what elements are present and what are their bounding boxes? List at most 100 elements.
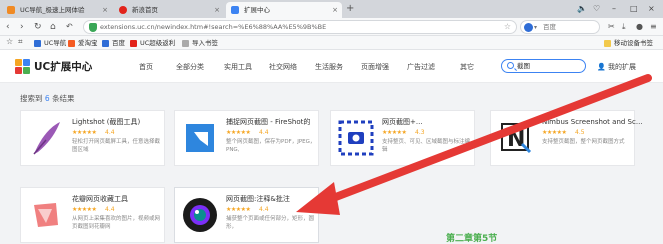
close-window-button[interactable]: × (648, 2, 655, 15)
close-icon[interactable]: × (102, 2, 108, 18)
extension-name[interactable]: 网页截图:注释&批注 (226, 195, 290, 204)
result-count: 搜索到 6 条结果 (20, 93, 75, 104)
bookmark-label: 移动设备书签 (614, 39, 653, 47)
home-icon[interactable]: ⌂ (50, 21, 56, 33)
favorite-star-icon[interactable]: ☆ (504, 21, 511, 33)
bookmark-import[interactable]: 导入书签 (182, 37, 218, 49)
bookmark-uc-nav[interactable]: UC导航 (34, 37, 66, 49)
address-row: ‹ › ↻ ⌂ ↶ extensions.uc.cn/newindex.htm#… (0, 18, 663, 36)
bookmark-icon (102, 40, 109, 47)
tab-title: 扩展中心 (244, 6, 270, 14)
bookmark-label: 爱淘宝 (78, 39, 98, 47)
bookmark-icon (34, 40, 41, 47)
rating-score: 4.4 (259, 206, 269, 213)
extension-icon (231, 6, 239, 14)
result-number: 6 (44, 94, 50, 103)
extension-card-huaban[interactable]: 花瓣网页收藏工具 ★★★★★ 4.4 从网页上采集喜欢的图片，视频或网页截图到花… (20, 187, 165, 243)
scissors-icon[interactable]: ✂ (608, 21, 615, 33)
tab-extension-center[interactable]: 扩展中心 × (226, 2, 342, 18)
speaker-icon[interactable]: 🔈 (577, 2, 587, 15)
extension-name[interactable]: 网页截图+... (382, 118, 423, 127)
extension-name[interactable]: Lightshot (截图工具) (72, 118, 140, 127)
address-bar[interactable]: extensions.uc.cn/newindex.htm#!search=%E… (83, 20, 517, 34)
new-tab-button[interactable]: + (346, 3, 354, 15)
bookmark-icon (182, 40, 189, 47)
extension-description: 支持整页、可见、区域截图与标注编辑 (382, 139, 471, 153)
rating-score: 4.4 (105, 206, 115, 213)
nav-social[interactable]: 社交网络 (269, 62, 297, 72)
search-engine-label: 百度 (543, 23, 556, 31)
sina-logo-icon (119, 6, 127, 14)
site-header: UC扩展中心 首页 全部分类 实用工具 社交网络 生活服务 页面增强 广告过滤 … (0, 50, 663, 83)
extension-description: 轻松打开网页截屏工具，任意选择截图区域 (72, 139, 161, 153)
back-icon[interactable]: ‹ (6, 21, 10, 33)
refresh-icon[interactable]: ↻ (34, 21, 42, 33)
rating-stars: ★★★★★ (382, 129, 407, 136)
result-prefix: 搜索到 (20, 94, 43, 103)
secure-shield-icon (89, 23, 97, 32)
chevron-down-icon[interactable]: ▾ (534, 22, 537, 33)
bookmark-label: 百度 (112, 39, 125, 47)
minimize-button[interactable]: – (612, 2, 616, 15)
uc-grid-logo-icon (15, 59, 31, 75)
bookmark-label: UC导航 (44, 39, 67, 47)
tab-uc-nav[interactable]: UC导航_极速上网体验 × (2, 2, 112, 18)
tab-sina[interactable]: 新浪首页 × (114, 2, 224, 18)
rating-stars: ★★★★★ (226, 129, 251, 136)
extension-description: 捕获整个页面或任何部分，矩形，圆形， (226, 216, 315, 230)
my-extensions-label: 我的扩展 (607, 63, 636, 71)
extension-description: 从网页上采集喜欢的图片，视频或网页截图到花瓣网 (72, 216, 161, 230)
bookmark-icon (68, 40, 75, 47)
forward-icon[interactable]: › (20, 21, 24, 33)
download-icon[interactable]: ⤓ (622, 21, 626, 33)
nimbus-logo-icon: N (496, 118, 536, 158)
url-text[interactable]: extensions.uc.cn/newindex.htm#!search=%E… (100, 22, 326, 33)
rating-stars: ★★★★★ (72, 206, 97, 213)
extension-card-webcapture[interactable]: 网页截图+... ★★★★★ 4.3 支持整页、可见、区域截图与标注编辑 (330, 110, 475, 166)
mobile-bookmarks[interactable]: 移动设备书签 (604, 37, 653, 49)
avatar[interactable]: ● (636, 21, 643, 33)
search-engine-box[interactable]: ▾ 百度 (520, 20, 600, 34)
close-icon[interactable]: × (332, 2, 338, 18)
extension-card-fireshot[interactable]: 捕捉网页截图 - FireShot的 ★★★★★ 4.4 整个网页截图，保存为P… (174, 110, 319, 166)
bookmark-baidu[interactable]: 百度 (102, 37, 125, 49)
extension-card-awesome-screenshot[interactable]: 网页截图:注释&批注 ★★★★★ 4.4 捕获整个页面或任何部分，矩形，圆形， (174, 187, 319, 243)
menu-icon[interactable]: ≡ (650, 21, 657, 33)
grid-icon[interactable]: ⌗ (18, 36, 23, 48)
folder-icon (604, 40, 611, 47)
extension-card-nimbus[interactable]: N Nimbus Screenshot and Sc... ★★★★★ 4.5 … (490, 110, 643, 166)
extension-description: 支持整页截图，整个网页截图方式 (542, 139, 625, 145)
extension-name[interactable]: 捕捉网页截图 - FireShot的 (226, 118, 310, 127)
star-icon[interactable]: ☆ (6, 36, 13, 48)
rating-score: 4.4 (259, 129, 269, 136)
bookmark-uc-rebate[interactable]: UC超级返利 (130, 37, 175, 49)
nav-utilities[interactable]: 实用工具 (224, 62, 252, 72)
lightshot-feather-icon (26, 118, 66, 158)
extension-name[interactable]: 花瓣网页收藏工具 (72, 195, 128, 204)
search-icon[interactable] (507, 62, 514, 69)
extension-card-lightshot[interactable]: Lightshot (截图工具) ★★★★★ 4.4 轻松打开网页截屏工具，任意… (20, 110, 165, 166)
nav-home[interactable]: 首页 (139, 62, 153, 72)
nav-ad-filter[interactable]: 广告过滤 (407, 62, 435, 72)
shirt-icon[interactable]: ♡ (593, 2, 600, 15)
close-icon[interactable]: × (214, 2, 220, 18)
nav-page-enhance[interactable]: 页面增强 (361, 62, 389, 72)
bookmark-taobao[interactable]: 爱淘宝 (68, 37, 98, 49)
brand-name: UC扩展中心 (34, 61, 93, 73)
nav-all-categories[interactable]: 全部分类 (176, 62, 204, 72)
fireshot-logo-icon (180, 118, 220, 158)
bookmark-label: 导入书签 (192, 39, 218, 47)
site-search-input[interactable]: 截图 (501, 59, 586, 73)
undo-icon[interactable]: ↶ (66, 21, 73, 33)
maximize-button[interactable]: □ (630, 2, 638, 15)
search-value: 截图 (517, 62, 530, 70)
tab-title: UC导航_极速上网体验 (20, 6, 85, 14)
nav-other[interactable]: 其它 (460, 62, 474, 72)
extension-description: 整个网页截图，保存为PDF，JPEG，PNG, (226, 139, 316, 153)
extension-name[interactable]: Nimbus Screenshot and Sc... (542, 118, 643, 127)
tab-strip: UC导航_极速上网体验 × 新浪首页 × 扩展中心 × + 🔈 ♡ – □ × (0, 0, 663, 18)
lens-icon (180, 195, 220, 235)
nav-life-services[interactable]: 生活服务 (315, 62, 343, 72)
my-extensions-link[interactable]: 👤 我的扩展 (597, 62, 636, 72)
rating-score: 4.3 (415, 129, 425, 136)
